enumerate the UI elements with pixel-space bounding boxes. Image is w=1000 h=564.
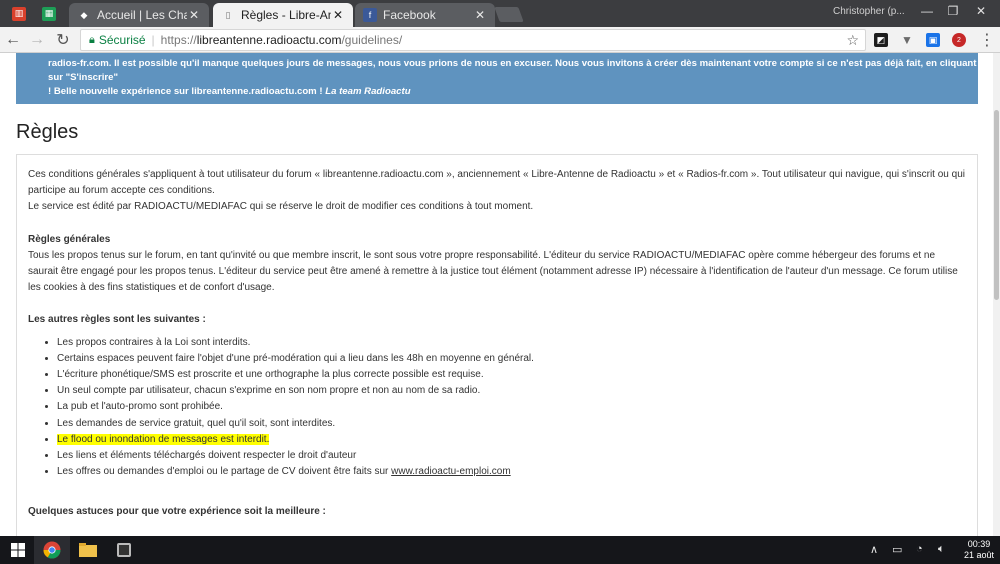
extension-blue-icon[interactable]: ▣ bbox=[926, 33, 940, 47]
restore-icon[interactable]: ❐ bbox=[940, 4, 966, 18]
sheets-icon: ▦ bbox=[42, 6, 56, 21]
menu-icon[interactable]: ⋮ bbox=[976, 29, 998, 51]
extension-red-icon[interactable]: 2 bbox=[952, 33, 966, 47]
battery-icon[interactable]: ▭ bbox=[892, 543, 902, 556]
tips-heading: Quelques astuces pour que votre expérien… bbox=[28, 506, 326, 518]
clock-date: 21 août bbox=[963, 550, 994, 560]
browser-toolbar: ← → ↻ 🔒︎ Sécurisé | https://libreantenne… bbox=[0, 27, 1000, 53]
windows-icon bbox=[11, 543, 25, 557]
chacals-icon: ◆ bbox=[80, 9, 88, 20]
start-button[interactable] bbox=[0, 536, 36, 564]
other-rules-heading: Les autres règles sont les suivantes : bbox=[28, 314, 206, 326]
divider: | bbox=[151, 33, 155, 47]
highlighted-rule: Le flood ou inondation de messages est i… bbox=[57, 433, 270, 445]
list-item: Les offres ou demandes d'emploi ou le pa… bbox=[57, 464, 966, 480]
minimize-icon[interactable]: — bbox=[914, 4, 940, 18]
tab-title: Facebook bbox=[383, 8, 436, 22]
trello-icon: ▥ bbox=[12, 6, 26, 21]
list-item: Les liens et éléments téléchargés doiven… bbox=[57, 448, 966, 464]
extension-dark-icon[interactable]: ◩ bbox=[874, 33, 888, 47]
wifi-icon[interactable]: ◔ bbox=[916, 543, 923, 555]
windows-taskbar: ∧ ▭ ◔ 🔈︎ 00:39 21 août bbox=[0, 536, 1000, 564]
lock-icon: 🔒︎ bbox=[89, 33, 95, 46]
new-tab-button[interactable] bbox=[494, 7, 524, 22]
list-item: Les propos contraires à la Loi sont inte… bbox=[57, 335, 966, 351]
taskbar-chrome[interactable] bbox=[34, 536, 70, 564]
page-icon: ▯ bbox=[225, 9, 231, 20]
close-icon[interactable]: ✕ bbox=[331, 8, 345, 22]
chrome-icon bbox=[43, 541, 61, 559]
taskbar-clock[interactable]: 00:39 21 août bbox=[964, 539, 994, 561]
list-item: Certains espaces peuvent faire l'objet d… bbox=[57, 351, 966, 367]
pinned-tab-sheets[interactable]: ▦ bbox=[38, 3, 60, 24]
close-icon[interactable]: ✕ bbox=[187, 8, 201, 22]
intro-editor: Le service est édité par RADIOACTU/MEDIA… bbox=[28, 201, 534, 213]
tab-title: Accueil | Les Chacals - Én bbox=[97, 8, 187, 22]
tab-facebook[interactable]: f Facebook ✕ bbox=[355, 3, 495, 27]
forward-button[interactable]: → bbox=[26, 29, 48, 51]
banner-line2: ! Belle nouvelle expérience sur libreant… bbox=[48, 85, 978, 99]
tab-regles[interactable]: ▯ Règles - Libre-Antenne ✕ bbox=[213, 3, 353, 27]
folder-icon bbox=[79, 543, 97, 557]
announcement-banner: radios-fr.com. Il est possible qu'il man… bbox=[16, 53, 978, 104]
vivaldi-v-icon[interactable]: ▼ bbox=[900, 33, 914, 47]
rules-panel: Ces conditions générales s'appliquent à … bbox=[16, 154, 978, 536]
list-item: L'écriture phonétique/SMS est proscrite … bbox=[57, 367, 966, 383]
clock-time: 00:39 bbox=[967, 539, 991, 549]
page-viewport: radios-fr.com. Il est possible qu'il man… bbox=[0, 53, 993, 536]
pinned-tab-trello[interactable]: ▥ bbox=[8, 3, 30, 24]
scrollbar-thumb[interactable] bbox=[994, 110, 999, 300]
taskbar-explorer[interactable] bbox=[70, 536, 106, 564]
general-rules-heading: Règles générales bbox=[28, 233, 111, 245]
list-item-highlighted: Le flood ou inondation de messages est i… bbox=[57, 432, 966, 448]
page-title: Règles bbox=[16, 121, 79, 143]
emploi-link[interactable]: www.radioactu-emploi.com bbox=[391, 466, 511, 477]
bookmark-star-icon[interactable]: ☆ bbox=[846, 32, 859, 49]
back-button[interactable]: ← bbox=[2, 29, 24, 51]
banner-line2-bold: ! Belle nouvelle expérience sur libreant… bbox=[48, 86, 323, 97]
window-close-icon[interactable]: ✕ bbox=[968, 4, 994, 18]
app-window-icon bbox=[117, 543, 131, 557]
tray-chevron-icon[interactable]: ∧ bbox=[870, 543, 878, 556]
list-item: Les demandes de service gratuit, quel qu… bbox=[57, 416, 966, 432]
tab-title: Règles - Libre-Antenne bbox=[241, 8, 331, 22]
list-item: Un seul compte par utilisateur, chacun s… bbox=[57, 383, 966, 399]
taskbar-app[interactable] bbox=[106, 536, 142, 564]
profile-name[interactable]: Christopher (p... bbox=[833, 6, 905, 17]
reload-button[interactable]: ↻ bbox=[52, 29, 74, 51]
facebook-icon: f bbox=[363, 8, 377, 22]
url-scheme: https:// bbox=[160, 33, 197, 47]
general-rules-text: Tous les propos tenus sur le forum, en t… bbox=[28, 249, 958, 294]
url-path: /guidelines/ bbox=[341, 33, 403, 47]
banner-signature: La team Radioactu bbox=[325, 86, 411, 97]
security-label: Sécurisé bbox=[98, 33, 146, 47]
extension-badge: 2 bbox=[957, 36, 961, 44]
url-host: libreantenne.radioactu.com bbox=[196, 33, 342, 47]
volume-icon[interactable]: 🔈︎ bbox=[938, 543, 945, 556]
tab-accueil[interactable]: ◆ Accueil | Les Chacals - Én ✕ bbox=[69, 3, 209, 27]
banner-line1: radios-fr.com. Il est possible qu'il man… bbox=[48, 58, 977, 83]
rule-text: Les offres ou demandes d'emploi ou le pa… bbox=[57, 466, 392, 478]
list-item: La pub et l'auto-promo sont prohibée. bbox=[57, 399, 966, 415]
intro-paragraph: Ces conditions générales s'appliquent à … bbox=[28, 169, 965, 197]
close-icon[interactable]: ✕ bbox=[473, 8, 487, 22]
rules-list: Les propos contraires à la Loi sont inte… bbox=[57, 335, 966, 481]
tab-strip: ▥ ▦ ◆ Accueil | Les Chacals - Én ✕ ▯ Règ… bbox=[0, 0, 1000, 27]
address-bar[interactable]: 🔒︎ Sécurisé | https://libreantenne.radio… bbox=[80, 29, 866, 51]
